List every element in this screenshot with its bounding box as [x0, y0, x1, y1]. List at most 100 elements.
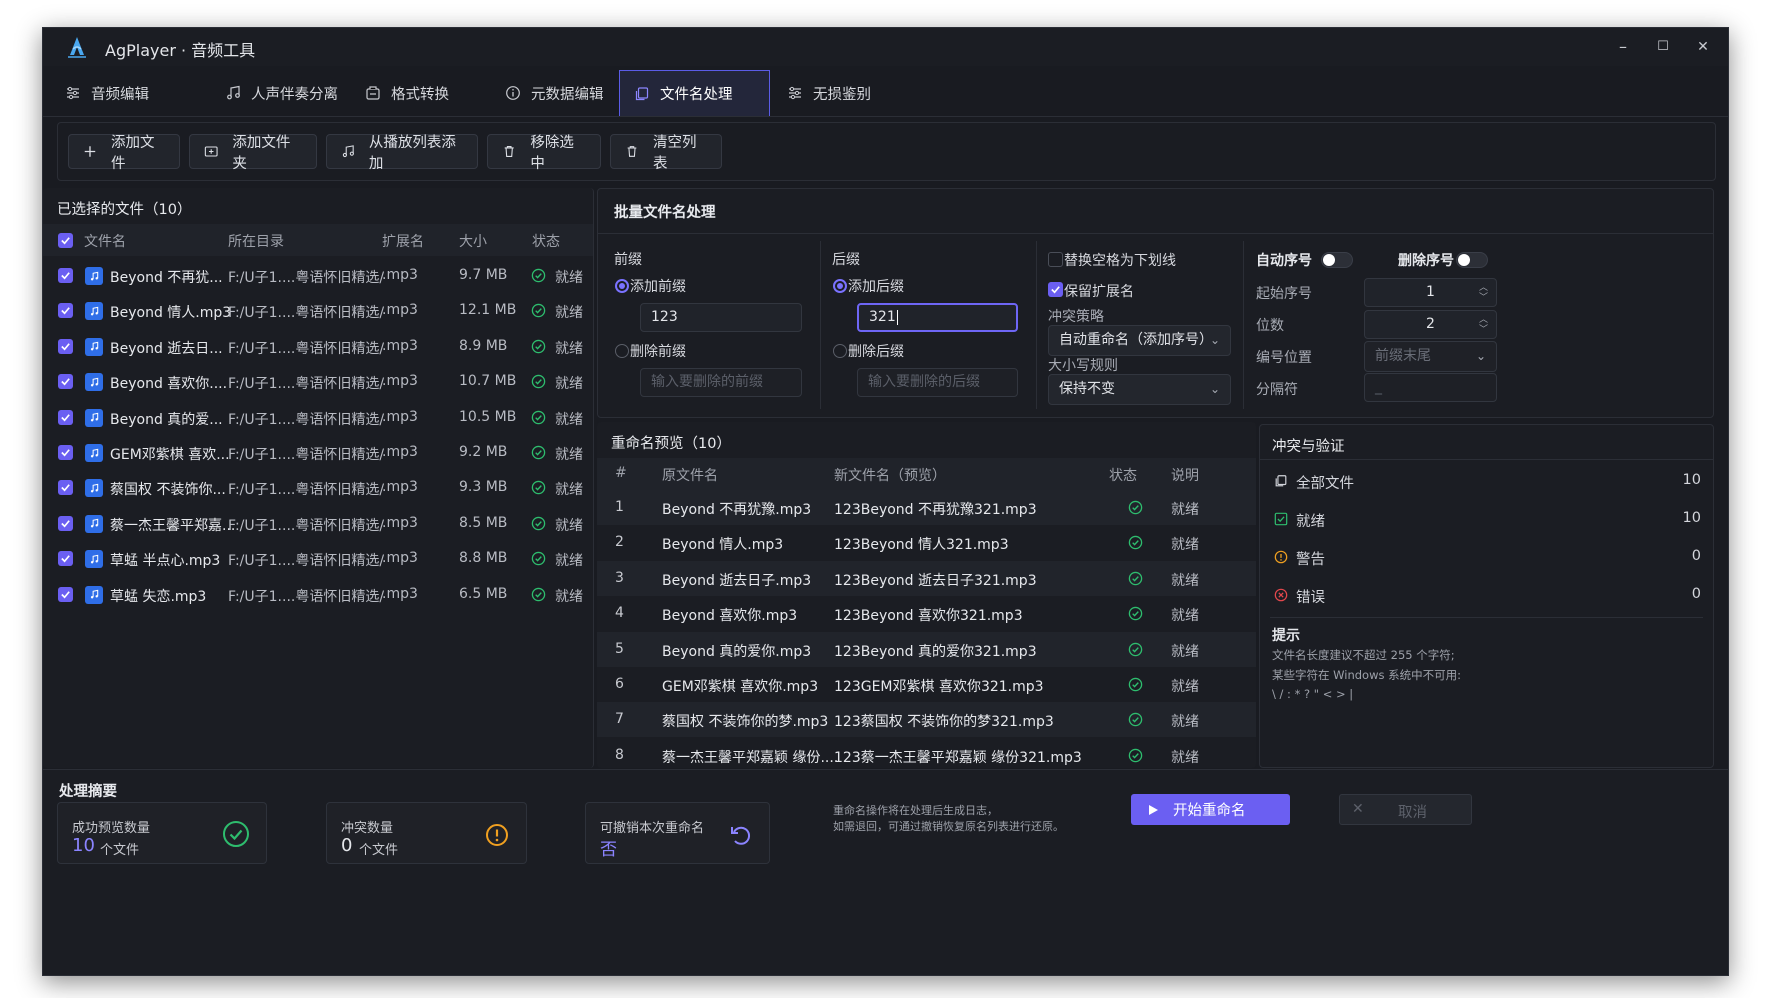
row-checkbox[interactable] — [58, 445, 73, 460]
row-checkbox[interactable] — [58, 515, 73, 531]
file-size: 10.7 MB — [459, 373, 517, 390]
add-suffix-radio[interactable] — [833, 279, 847, 293]
row-checkbox[interactable] — [58, 551, 73, 567]
remove-prefix-label[interactable]: 删除前缀 — [630, 341, 686, 361]
file-row[interactable]: 蔡一杰王馨平郑嘉... F:/U子1....粤语怀旧精选/.mp3 8.5 MB 就绪 — [43, 504, 593, 544]
keep-extension-checkbox[interactable] — [1048, 282, 1063, 297]
add-prefix-label[interactable]: 添加前缀 — [630, 276, 686, 296]
digits-spinner[interactable]: 2 ︿ ﹀ — [1364, 310, 1497, 339]
preview-row[interactable]: 5 Beyond 真的爱你.mp3 123Beyond 真的爱你321.mp3 就绪 — [597, 631, 1256, 667]
keep-extension-label[interactable]: 保留扩展名 — [1064, 281, 1134, 301]
preview-row[interactable]: 8 蔡一杰王馨平郑嘉颖 缘份.... 123蔡一杰王馨平郑嘉颖 缘份321.mp3 就… — [597, 738, 1256, 773]
col-extension[interactable]: 扩展名 — [382, 231, 424, 251]
col-size[interactable]: 大小 — [459, 231, 487, 251]
file-name: Beyond 情人.mp3 — [110, 305, 232, 322]
warning-icon — [486, 824, 508, 846]
audio-file-icon — [85, 373, 103, 392]
delete-number-toggle[interactable] — [1456, 252, 1488, 268]
clear-list-button[interactable]: 清空列表 — [610, 134, 722, 172]
digits-label: 位数 — [1256, 318, 1284, 334]
file-row[interactable]: GEM邓紫棋 喜欢... F:/U子1....粤语怀旧精选/.mp3 9.2 MB 就… — [43, 433, 593, 473]
spin-down-icon[interactable]: ﹀ — [1479, 326, 1488, 335]
row-checkbox[interactable] — [58, 338, 73, 354]
suffix-input[interactable]: 321 — [857, 303, 1018, 332]
cancel-button[interactable]: ✕ 取消 — [1339, 794, 1472, 825]
add-from-playlist-button[interactable]: 从播放列表添加 — [326, 134, 478, 172]
maximize-button[interactable]: ☐ — [1645, 34, 1681, 60]
tab-vocal-separation[interactable]: 人声伴奏分离 — [211, 70, 352, 116]
stat-error: 错误 0 — [1272, 577, 1701, 615]
preview-row[interactable]: 1 Beyond 不再犹豫.mp3 123Beyond 不再犹豫321.mp3 就绪 — [597, 490, 1256, 525]
preview-index: 1 — [615, 499, 624, 515]
file-size: 8.9 MB — [459, 337, 508, 354]
row-checkbox[interactable] — [58, 268, 73, 283]
preview-original-name: 蔡国权 不装饰你的梦.mp3 — [662, 714, 829, 731]
add-file-button[interactable]: 添加文件 — [68, 134, 180, 172]
file-row[interactable]: Beyond 情人.mp3 F:/U子1....粤语怀旧精选/.mp3 12.1 M… — [43, 291, 593, 331]
row-checkbox[interactable] — [58, 409, 73, 425]
remove-suffix-label[interactable]: 删除后缀 — [848, 341, 904, 361]
check-circle-icon — [223, 821, 249, 847]
conflict-strategy-label: 冲突策略 — [1048, 309, 1104, 325]
tab-metadata-edit[interactable]: 元数据编辑 — [491, 70, 618, 116]
undo-icon[interactable] — [728, 823, 752, 847]
remove-suffix-radio[interactable] — [833, 344, 847, 358]
spin-down-icon[interactable]: ﹀ — [1479, 294, 1488, 303]
remove-prefix-input[interactable]: 输入要删除的前缀 — [640, 368, 802, 397]
col-directory[interactable]: 所在目录 — [228, 231, 284, 251]
file-row[interactable]: 草蜢 半点心.mp3 F:/U子1....粤语怀旧精选/.mp3 8.8 MB 就绪 — [43, 539, 593, 579]
file-row[interactable]: 草蜢 失恋.mp3 F:/U子1....粤语怀旧精选/.mp3 6.5 MB 就绪 — [43, 575, 593, 615]
file-row[interactable]: Beyond 真的爱... F:/U子1....粤语怀旧精选/.mp3 10.5 M… — [43, 398, 593, 438]
file-status: 就绪 — [555, 411, 583, 428]
spin-up-icon[interactable]: ︿ — [1479, 316, 1488, 325]
row-checkbox[interactable] — [58, 480, 73, 496]
preview-row[interactable]: 2 Beyond 情人.mp3 123Beyond 情人321.mp3 就绪 — [597, 525, 1256, 560]
tab-format-convert[interactable]: 格式转换 — [351, 70, 463, 116]
replace-space-label[interactable]: 替换空格为下划线 — [1064, 250, 1176, 270]
replace-space-checkbox[interactable] — [1048, 252, 1063, 267]
file-name: 蔡国权 不装饰你... — [110, 482, 226, 499]
close-button[interactable]: ✕ — [1685, 34, 1721, 60]
preview-row[interactable]: 6 GEM邓紫棋 喜欢你.mp3 123GEM邓紫棋 喜欢你321.mp3 就绪 — [597, 667, 1256, 702]
row-checkbox[interactable] — [58, 303, 73, 319]
separator-input[interactable]: _ — [1364, 373, 1497, 402]
preview-note: 就绪 — [1171, 608, 1199, 625]
batch-title: 批量文件名处理 — [614, 205, 716, 221]
col-status[interactable]: 状态 — [532, 231, 560, 251]
check-circle-icon — [1128, 535, 1143, 550]
remove-prefix-radio[interactable] — [615, 344, 629, 358]
conflict-strategy-select[interactable]: 自动重命名（添加序号） ⌄ — [1048, 325, 1231, 356]
start-number-label: 起始序号 — [1256, 286, 1312, 302]
row-checkbox[interactable] — [58, 586, 73, 602]
auto-number-toggle[interactable] — [1321, 252, 1353, 268]
prefix-input[interactable]: 123 — [640, 303, 802, 332]
preview-row[interactable]: 4 Beyond 喜欢你.mp3 123Beyond 喜欢你321.mp3 就绪 — [597, 596, 1256, 631]
preview-row[interactable]: 3 Beyond 逝去日子.mp3 123Beyond 逝去日子321.mp3 就绪 — [597, 560, 1256, 596]
tab-lossless-check[interactable]: 无损鉴别 — [773, 70, 885, 116]
file-row[interactable]: Beyond 喜欢你.... F:/U子1....粤语怀旧精选/.mp3 10.7 … — [43, 362, 593, 402]
add-prefix-radio[interactable] — [615, 279, 629, 293]
case-rule-select[interactable]: 保持不变 ⌄ — [1048, 374, 1231, 405]
start-number-spinner[interactable]: 1 ︿ ﹀ — [1364, 278, 1497, 307]
conflict-label: 冲突数量 — [341, 821, 394, 836]
remove-suffix-input[interactable]: 输入要删除的后缀 — [857, 368, 1018, 397]
add-suffix-label[interactable]: 添加后缀 — [848, 276, 904, 296]
spin-up-icon[interactable]: ︿ — [1479, 284, 1488, 293]
add-folder-button[interactable]: 添加文件夹 — [189, 134, 317, 172]
file-row[interactable]: Beyond 不再犹... F:/U子1....粤语怀旧精选/.mp3 9.7 MB… — [43, 256, 593, 296]
col-original-name: 原文件名 — [662, 468, 718, 484]
start-rename-button[interactable]: 开始重命名 — [1131, 794, 1290, 825]
success-label: 成功预览数量 — [72, 821, 151, 836]
tab-audio-edit[interactable]: 音频编辑 — [51, 70, 163, 116]
row-checkbox[interactable] — [58, 374, 73, 390]
tab-filename-processing[interactable]: 文件名处理 — [619, 70, 770, 116]
file-row[interactable]: 蔡国权 不装饰你... F:/U子1....粤语怀旧精选/.mp3 9.3 MB 就绪 — [43, 468, 593, 508]
col-filename[interactable]: 文件名 — [84, 231, 126, 251]
file-row[interactable]: Beyond 逝去日... F:/U子1....粤语怀旧精选/.mp3 8.9 MB… — [43, 327, 593, 367]
preview-row[interactable]: 7 蔡国权 不装饰你的梦.mp3 123蔡国权 不装饰你的梦321.mp3 就绪 — [597, 702, 1256, 738]
number-position-select[interactable]: 前缀末尾 ⌄ — [1364, 341, 1497, 372]
success-value: 10 — [72, 835, 95, 856]
remove-selected-button[interactable]: 移除选中 — [487, 134, 601, 172]
minimize-button[interactable]: – — [1605, 34, 1641, 60]
select-all-checkbox[interactable] — [58, 233, 73, 248]
